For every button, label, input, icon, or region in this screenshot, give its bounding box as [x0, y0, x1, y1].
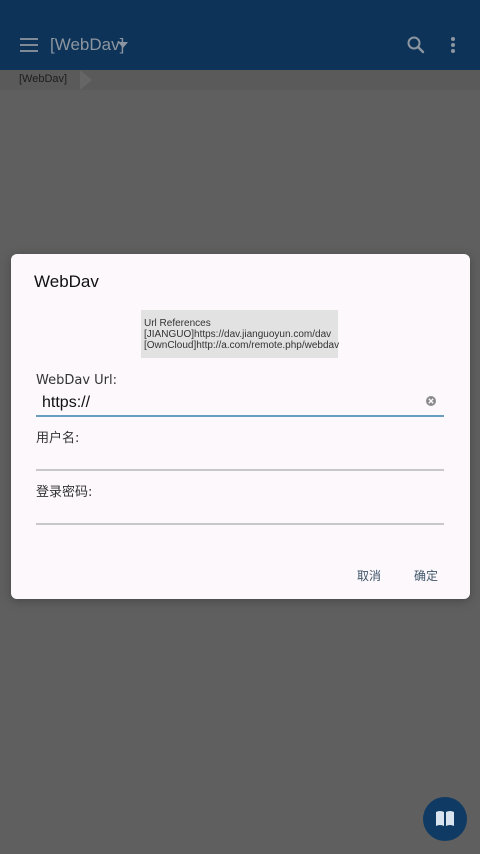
open-book-icon	[436, 811, 454, 826]
dropdown-arrow-icon[interactable]	[118, 42, 128, 48]
hamburger-menu-icon[interactable]	[20, 38, 38, 52]
password-input[interactable]	[42, 501, 412, 521]
clear-text-icon[interactable]	[425, 395, 437, 407]
dialog-title: WebDav	[34, 272, 99, 291]
username-input[interactable]	[42, 447, 412, 467]
webdav-url-label: WebDav Url:	[36, 373, 117, 388]
password-label: 登录密码:	[36, 485, 93, 500]
webdav-url-field	[36, 391, 444, 417]
username-field	[36, 445, 444, 471]
username-label: 用户名:	[36, 431, 80, 446]
more-vert-icon[interactable]	[450, 37, 456, 55]
password-field	[36, 499, 444, 525]
open-book-fab[interactable]	[423, 797, 467, 841]
breadcrumb: [WebDav]	[0, 70, 480, 90]
url-references-box: Url References [JIANGUO]https://dav.jian…	[141, 310, 340, 358]
breadcrumb-item[interactable]: [WebDav]	[19, 73, 67, 85]
breadcrumb-separator-icon	[80, 70, 92, 90]
app-title[interactable]: [WebDav]	[50, 35, 124, 55]
confirm-button[interactable]: 确定	[414, 567, 438, 584]
reference-jianguo: [JIANGUO]https://dav.jianguoyun.com/dav	[144, 329, 332, 340]
references-heading: Url References	[144, 318, 211, 329]
app-bar-row: [WebDav]	[0, 28, 480, 62]
cancel-button[interactable]: 取消	[357, 567, 381, 584]
search-icon[interactable]	[406, 35, 426, 55]
webdav-url-input[interactable]	[42, 393, 412, 413]
webdav-dialog: WebDav Url References [JIANGUO]https://d…	[11, 254, 470, 599]
reference-owncloud: [OwnCloud]http://a.com/remote.php/webdav	[144, 340, 340, 351]
